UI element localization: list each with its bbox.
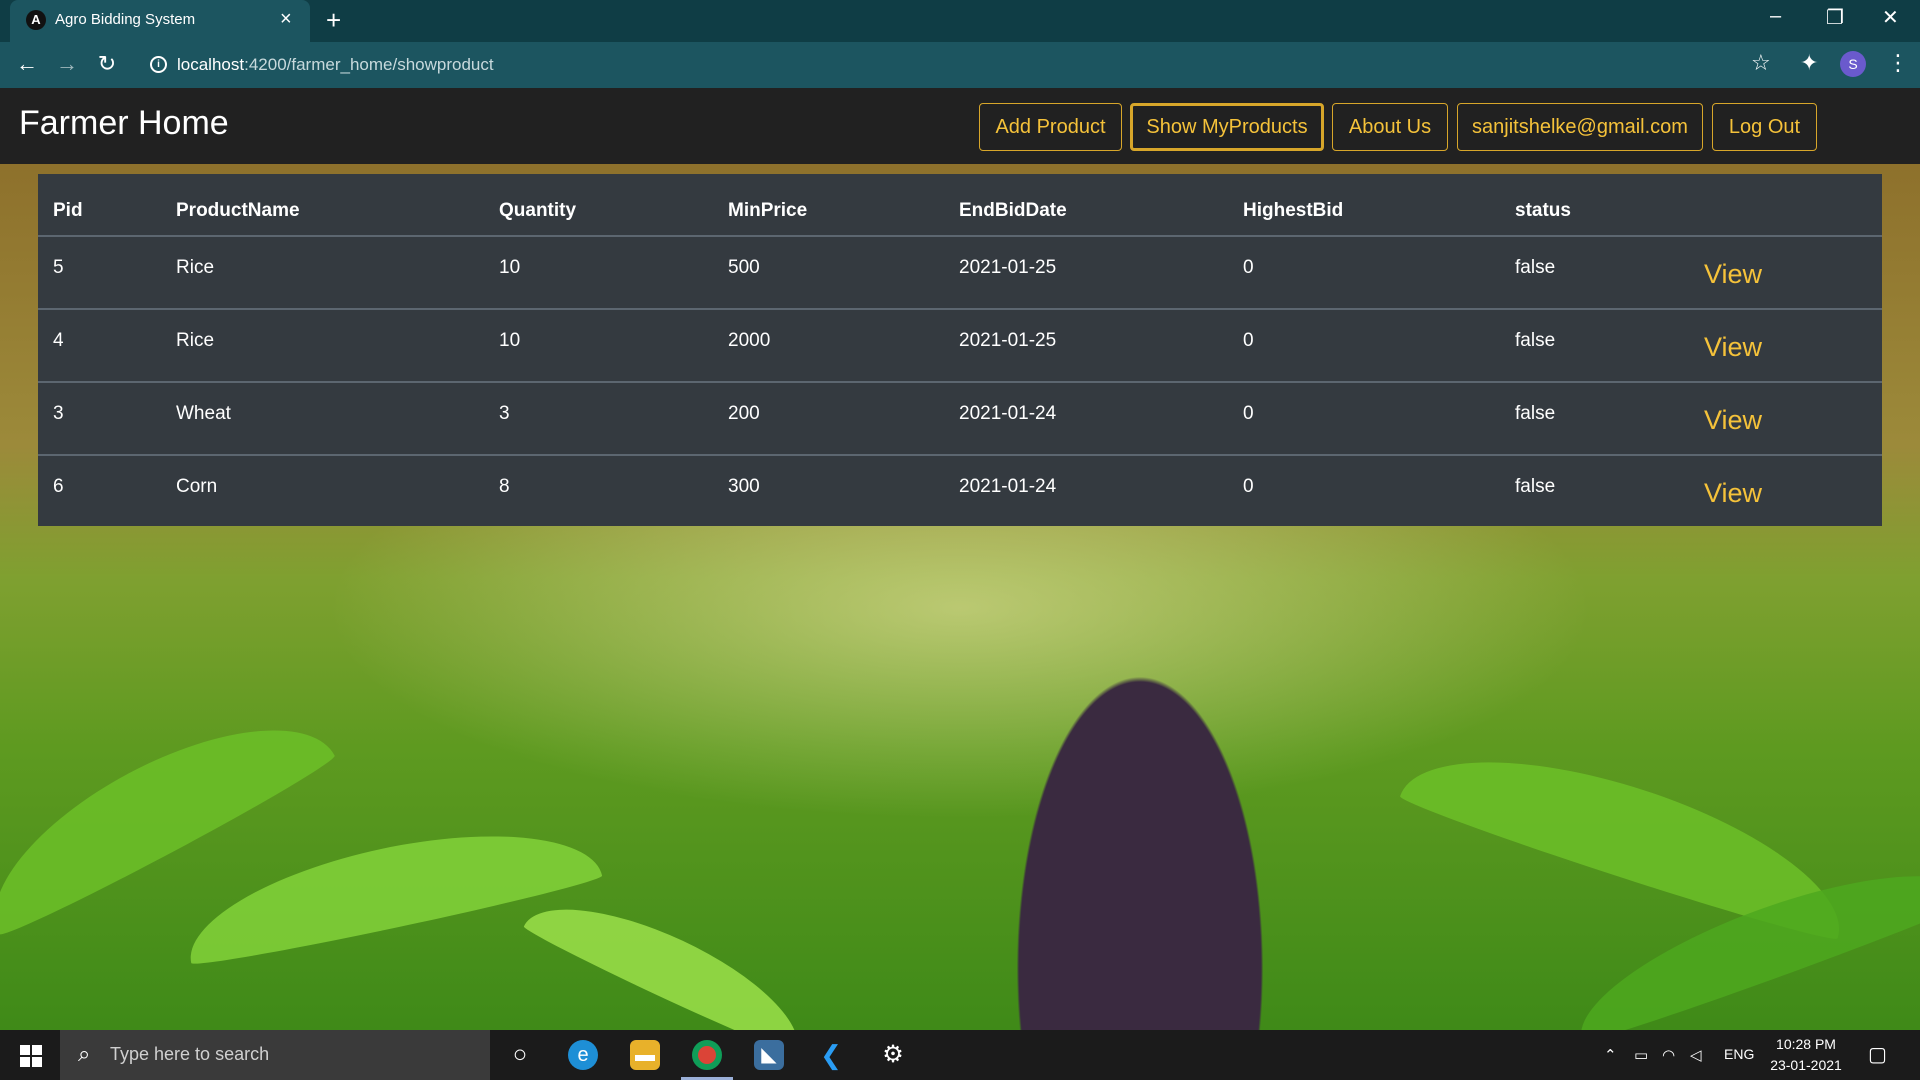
view-link[interactable]: View	[1704, 405, 1762, 436]
cell-product-name: Corn	[176, 476, 218, 497]
info-icon[interactable]: i	[150, 56, 167, 73]
table-row: 6 Corn 8 300 2021-01-24 0 false View	[38, 454, 1882, 527]
reload-icon[interactable]: ↻	[92, 50, 122, 78]
browser-tab-strip: A Agro Bidding System × + – ❐ ✕	[0, 0, 1920, 42]
log-out-button[interactable]: Log Out	[1712, 103, 1817, 151]
cell-min-price: 500	[728, 257, 760, 278]
clock-time: 10:28 PM	[1776, 1036, 1836, 1052]
edge-browser-icon[interactable]: e	[568, 1040, 598, 1070]
profile-avatar[interactable]: S	[1840, 51, 1866, 77]
minimize-icon[interactable]: –	[1770, 5, 1781, 28]
cell-product-name: Rice	[176, 330, 215, 351]
column-header-min-price: MinPrice	[728, 200, 808, 221]
url-host: localhost	[177, 55, 245, 74]
cell-status: false	[1515, 403, 1556, 424]
cortana-icon[interactable]: ○	[505, 1040, 535, 1070]
cell-highest-bid: 0	[1243, 330, 1254, 351]
cell-pid: 5	[53, 257, 64, 278]
cell-highest-bid: 0	[1243, 476, 1254, 497]
new-tab-icon[interactable]: +	[326, 6, 341, 34]
address-bar[interactable]: i localhost:4200/farmer_home/showproduct	[140, 48, 1770, 82]
kebab-menu-icon[interactable]: ⋮	[1887, 50, 1909, 76]
browser-toolbar: ← → ↻ i localhost:4200/farmer_home/showp…	[0, 42, 1920, 88]
angular-favicon-icon: A	[26, 10, 46, 30]
taskbar-search-box[interactable]: ⌕ Type here to search	[60, 1030, 490, 1080]
url-text: localhost:4200/farmer_home/showproduct	[177, 55, 494, 75]
file-explorer-icon[interactable]: ▬	[630, 1040, 660, 1070]
top-navbar: Farmer Home Add Product Show MyProducts …	[0, 88, 1920, 164]
windows-start-icon[interactable]	[20, 1045, 42, 1067]
mysql-workbench-icon[interactable]: ◣	[754, 1040, 784, 1070]
page-viewport: Farmer Home Add Product Show MyProducts …	[0, 88, 1920, 1030]
cell-min-price: 2000	[728, 330, 771, 351]
cell-min-price: 300	[728, 476, 760, 497]
background-leaf	[521, 877, 819, 1030]
cell-min-price: 200	[728, 403, 760, 424]
taskbar-clock[interactable]: 10:28 PM 23-01-2021	[1764, 1034, 1848, 1076]
vscode-icon[interactable]: ❮	[816, 1040, 846, 1070]
column-header-pid: Pid	[53, 200, 83, 221]
puzzle-icon[interactable]: ✦	[1800, 50, 1818, 76]
back-arrow-icon[interactable]: ←	[12, 50, 42, 78]
restore-icon[interactable]: ❐	[1826, 5, 1844, 30]
language-indicator[interactable]: ENG	[1724, 1046, 1754, 1062]
windows-taskbar: ⌕ Type here to search ○ e ▬ ◣ ❮ ⚙ ⌃ ▭ ◠ …	[0, 1030, 1920, 1080]
cell-end-bid-date: 2021-01-24	[959, 403, 1057, 424]
wifi-icon[interactable]: ◠	[1662, 1046, 1675, 1064]
chevron-up-icon[interactable]: ⌃	[1604, 1046, 1617, 1064]
page-title: Farmer Home	[19, 104, 229, 142]
background-leaf	[176, 805, 604, 971]
close-window-icon[interactable]: ✕	[1882, 5, 1899, 30]
tab-title: Agro Bidding System	[55, 11, 196, 28]
forward-arrow-icon[interactable]: →	[52, 50, 82, 78]
user-email-button[interactable]: sanjitshelke@gmail.com	[1457, 103, 1703, 151]
cell-highest-bid: 0	[1243, 403, 1254, 424]
search-placeholder: Type here to search	[110, 1044, 270, 1064]
cell-status: false	[1515, 330, 1556, 351]
search-icon: ⌕	[78, 1041, 91, 1066]
cell-quantity: 10	[499, 330, 521, 351]
battery-icon[interactable]: ▭	[1634, 1046, 1648, 1064]
column-header-highest-bid: HighestBid	[1243, 200, 1344, 221]
cell-quantity: 8	[499, 476, 510, 497]
cell-status: false	[1515, 476, 1556, 497]
table-row: 4 Rice 10 2000 2021-01-25 0 false View	[38, 308, 1882, 381]
add-product-button[interactable]: Add Product	[979, 103, 1122, 151]
settings-gear-icon[interactable]: ⚙	[878, 1040, 908, 1070]
cell-product-name: Rice	[176, 257, 215, 278]
chrome-icon[interactable]	[692, 1040, 722, 1070]
cell-end-bid-date: 2021-01-25	[959, 330, 1057, 351]
cell-pid: 4	[53, 330, 64, 351]
column-header-end-bid-date: EndBidDate	[959, 200, 1067, 221]
star-icon[interactable]: ☆	[1751, 50, 1771, 76]
cell-quantity: 3	[499, 403, 510, 424]
cell-end-bid-date: 2021-01-24	[959, 476, 1057, 497]
column-header-product-name: ProductName	[176, 200, 300, 221]
products-table: Pid ProductName Quantity MinPrice EndBid…	[38, 174, 1882, 526]
table-row: 5 Rice 10 500 2021-01-25 0 false View	[38, 235, 1882, 308]
table-row: 3 Wheat 3 200 2021-01-24 0 false View	[38, 381, 1882, 454]
tab-close-icon[interactable]: ×	[280, 8, 292, 30]
volume-icon[interactable]: ◁	[1690, 1046, 1702, 1064]
cell-end-bid-date: 2021-01-25	[959, 257, 1057, 278]
notifications-icon[interactable]: ▢	[1868, 1042, 1887, 1067]
column-header-status: status	[1515, 200, 1571, 221]
column-header-quantity: Quantity	[499, 200, 577, 221]
cell-status: false	[1515, 257, 1556, 278]
url-path: :4200/farmer_home/showproduct	[244, 55, 494, 74]
cell-highest-bid: 0	[1243, 257, 1254, 278]
cell-product-name: Wheat	[176, 403, 231, 424]
about-us-button[interactable]: About Us	[1332, 103, 1448, 151]
cell-pid: 3	[53, 403, 64, 424]
clock-date: 23-01-2021	[1770, 1057, 1842, 1073]
show-my-products-button[interactable]: Show MyProducts	[1130, 103, 1324, 151]
view-link[interactable]: View	[1704, 259, 1762, 290]
cell-pid: 6	[53, 476, 64, 497]
view-link[interactable]: View	[1704, 478, 1762, 509]
view-link[interactable]: View	[1704, 332, 1762, 363]
browser-tab[interactable]: A Agro Bidding System ×	[10, 0, 310, 42]
cell-quantity: 10	[499, 257, 521, 278]
